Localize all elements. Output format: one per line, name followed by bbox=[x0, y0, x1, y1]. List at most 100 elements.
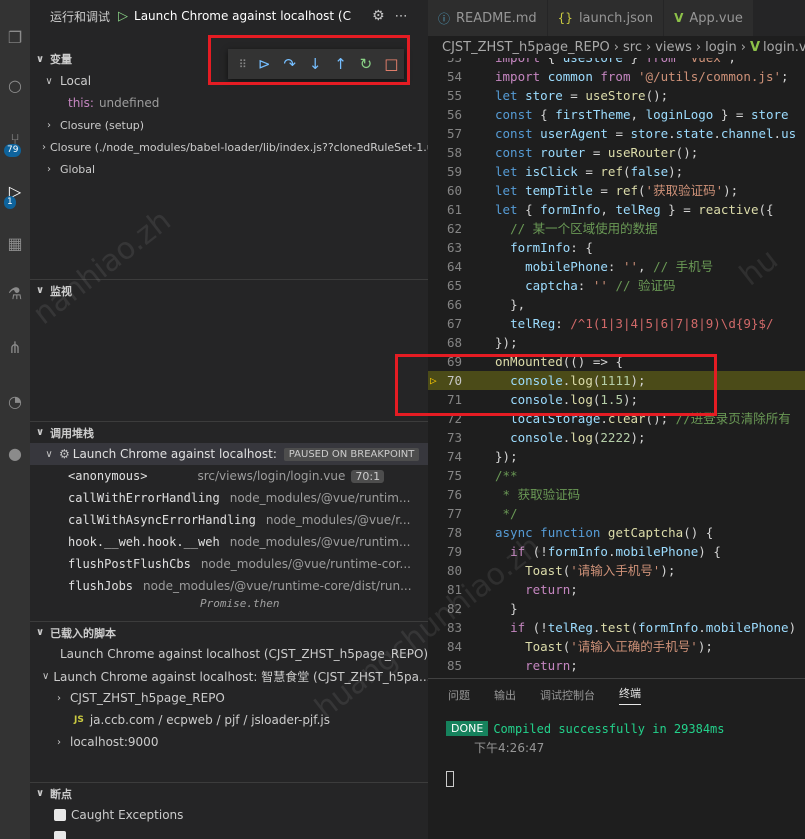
start-debug-icon[interactable]: ▷ bbox=[118, 9, 128, 24]
code-line[interactable]: 60 let tempTitle = ref('获取验证码'); bbox=[428, 181, 805, 200]
line-number[interactable]: 81 bbox=[428, 580, 470, 599]
terminal-cursor[interactable] bbox=[446, 771, 454, 787]
line-number[interactable]: 56 bbox=[428, 105, 470, 124]
breadcrumb-item[interactable]: src bbox=[623, 40, 642, 55]
line-number[interactable]: 68 bbox=[428, 333, 470, 352]
code-line[interactable]: 74}); bbox=[428, 447, 805, 466]
line-number[interactable]: 78 bbox=[428, 523, 470, 542]
gear-icon[interactable]: ⚙ bbox=[372, 8, 385, 24]
stack-frame[interactable]: flushPostFlushCbs node_modules/@vue/runt… bbox=[68, 553, 411, 575]
timeline-icon[interactable]: ◔ bbox=[3, 390, 27, 414]
line-number[interactable]: 62 bbox=[428, 219, 470, 238]
line-number[interactable]: 53 bbox=[428, 58, 470, 67]
checkbox[interactable] bbox=[54, 831, 66, 839]
line-number[interactable]: 61 bbox=[428, 200, 470, 219]
code-line[interactable]: 84 Toast('请输入正确的手机号'); bbox=[428, 637, 805, 656]
line-number[interactable]: 85 bbox=[428, 656, 470, 675]
script-item[interactable]: › CJST_ZHST_h5page_REPO bbox=[30, 687, 428, 709]
line-number[interactable]: 66 bbox=[428, 295, 470, 314]
code-line[interactable]: 57 const userAgent = store.state.channel.… bbox=[428, 124, 805, 143]
code-line[interactable]: 64 mobilePhone: '', // 手机号 bbox=[428, 257, 805, 276]
scope-closure-setup[interactable]: › Closure (setup) bbox=[30, 114, 428, 136]
test-icon[interactable]: ⚗ bbox=[3, 282, 27, 306]
line-number[interactable]: 74 bbox=[428, 447, 470, 466]
line-number[interactable]: 59 bbox=[428, 162, 470, 181]
code-line[interactable]: 78 async function getCaptcha() { bbox=[428, 523, 805, 542]
line-number[interactable]: 76 bbox=[428, 485, 470, 504]
code-line[interactable]: 76 * 获取验证码 bbox=[428, 485, 805, 504]
code-line[interactable]: 77 */ bbox=[428, 504, 805, 523]
tab-app-vue[interactable]: V App.vue bbox=[664, 0, 754, 36]
code-line[interactable]: 79 if (!formInfo.mobilePhone) { bbox=[428, 542, 805, 561]
code-line[interactable]: 80 Toast('请输入手机号'); bbox=[428, 561, 805, 580]
code-line[interactable]: 63 formInfo: { bbox=[428, 238, 805, 257]
code-line[interactable]: 75 /** bbox=[428, 466, 805, 485]
tab-launch-json[interactable]: {} launch.json bbox=[547, 0, 665, 36]
line-number[interactable]: 73 bbox=[428, 428, 470, 447]
debug-session-row[interactable]: ∨ ⚙ Launch Chrome against localhost:... … bbox=[30, 443, 428, 465]
line-number[interactable]: 84 bbox=[428, 637, 470, 656]
script-item[interactable]: ∨ Launch Chrome against localhost: 智慧食堂 … bbox=[30, 665, 428, 687]
line-number[interactable]: 83 bbox=[428, 618, 470, 637]
breakpoint-caught-exceptions[interactable]: Caught Exceptions bbox=[30, 804, 428, 826]
line-number[interactable]: 64 bbox=[428, 257, 470, 276]
code-line[interactable]: 58 const router = useRouter(); bbox=[428, 143, 805, 162]
code-line[interactable]: 53 import { useStore } from 'vuex'; bbox=[428, 58, 805, 67]
tab-debug-console[interactable]: 调试控制台 bbox=[540, 687, 595, 703]
line-number[interactable]: 77 bbox=[428, 504, 470, 523]
code-line[interactable]: 65 captcha: '' // 验证码 bbox=[428, 276, 805, 295]
extensions-icon[interactable]: ▦ bbox=[3, 232, 27, 256]
code-line[interactable]: 83 if (!telReg.test(formInfo.mobilePhone… bbox=[428, 618, 805, 637]
stack-frame[interactable]: callWithErrorHandling node_modules/@vue/… bbox=[68, 487, 410, 509]
code-line[interactable]: 56 const { firstTheme, loginLogo } = stor… bbox=[428, 105, 805, 124]
script-item[interactable]: Launch Chrome against localhost (CJST_ZH… bbox=[30, 643, 428, 665]
breadcrumb-item[interactable]: CJST_ZHST_h5page_REPO bbox=[442, 40, 610, 55]
breadcrumb-item[interactable]: login.vue bbox=[763, 40, 805, 55]
line-number[interactable]: 65 bbox=[428, 276, 470, 295]
code-line[interactable]: 54 import common from '@/utils/common.js'… bbox=[428, 67, 805, 86]
tab-output[interactable]: 输出 bbox=[494, 687, 516, 703]
line-number[interactable]: 80 bbox=[428, 561, 470, 580]
breakpoint-uncaught-exceptions[interactable] bbox=[30, 826, 428, 839]
remote-icon[interactable]: ⋔ bbox=[3, 336, 27, 360]
breadcrumb-item[interactable]: login bbox=[705, 40, 737, 55]
tab-problems[interactable]: 问题 bbox=[448, 687, 470, 703]
code-line[interactable]: 68}); bbox=[428, 333, 805, 352]
line-number[interactable]: 63 bbox=[428, 238, 470, 257]
tab-readme[interactable]: ⓘ README.md bbox=[428, 0, 548, 36]
line-number[interactable]: 55 bbox=[428, 86, 470, 105]
line-number[interactable]: 67 bbox=[428, 314, 470, 333]
stack-frame[interactable]: callWithAsyncErrorHandling node_modules/… bbox=[68, 509, 410, 531]
line-number[interactable]: 60 bbox=[428, 181, 470, 200]
line-number[interactable]: 57 bbox=[428, 124, 470, 143]
code-line[interactable]: 82 } bbox=[428, 599, 805, 618]
search-icon[interactable]: ○ bbox=[3, 74, 27, 98]
code-line[interactable]: 81 return; bbox=[428, 580, 805, 599]
line-number[interactable]: 58 bbox=[428, 143, 470, 162]
explorer-icon[interactable]: ❐ bbox=[3, 26, 27, 50]
loaded-scripts-section-header[interactable]: ∨ 已载入的脚本 bbox=[30, 621, 428, 643]
more-icon[interactable]: ⋯ bbox=[395, 9, 408, 24]
code-line[interactable]: 62 // 某一个区域使用的数据 bbox=[428, 219, 805, 238]
line-number[interactable]: 54 bbox=[428, 67, 470, 86]
line-number[interactable]: 82 bbox=[428, 599, 470, 618]
callstack-section-header[interactable]: ∨ 调用堆栈 bbox=[30, 421, 428, 443]
scope-closure-module[interactable]: › Closure (./node_modules/babel-loader/l… bbox=[30, 136, 428, 158]
code-line[interactable]: 66 }, bbox=[428, 295, 805, 314]
scope-global[interactable]: › Global bbox=[30, 158, 428, 180]
line-number[interactable]: 75 bbox=[428, 466, 470, 485]
code-line[interactable]: 55 let store = useStore(); bbox=[428, 86, 805, 105]
breadcrumb-item[interactable]: views bbox=[655, 40, 692, 55]
code-line[interactable]: 67 telReg: /^1(1|3|4|5|6|7|8|9)\d{9}$/ bbox=[428, 314, 805, 333]
code-line[interactable]: 73 console.log(2222); bbox=[428, 428, 805, 447]
tab-terminal[interactable]: 终端 bbox=[619, 685, 641, 705]
script-item[interactable]: › localhost:9000 bbox=[30, 731, 428, 753]
script-item[interactable]: JS ja.ccb.com / ecpweb / pjf / jsloader-… bbox=[30, 709, 428, 731]
code-line[interactable]: 61 let { formInfo, telReg } = reactive({ bbox=[428, 200, 805, 219]
code-line[interactable]: 59 let isClick = ref(false); bbox=[428, 162, 805, 181]
account-icon[interactable]: ● bbox=[3, 442, 27, 466]
variable-row[interactable]: this: undefined bbox=[30, 92, 428, 114]
stack-frame[interactable]: <anonymous> src/views/login/login.vue 70… bbox=[68, 465, 385, 487]
launch-config-select[interactable]: Launch Chrome against localhost (C bbox=[134, 9, 364, 23]
checkbox[interactable] bbox=[54, 809, 66, 821]
